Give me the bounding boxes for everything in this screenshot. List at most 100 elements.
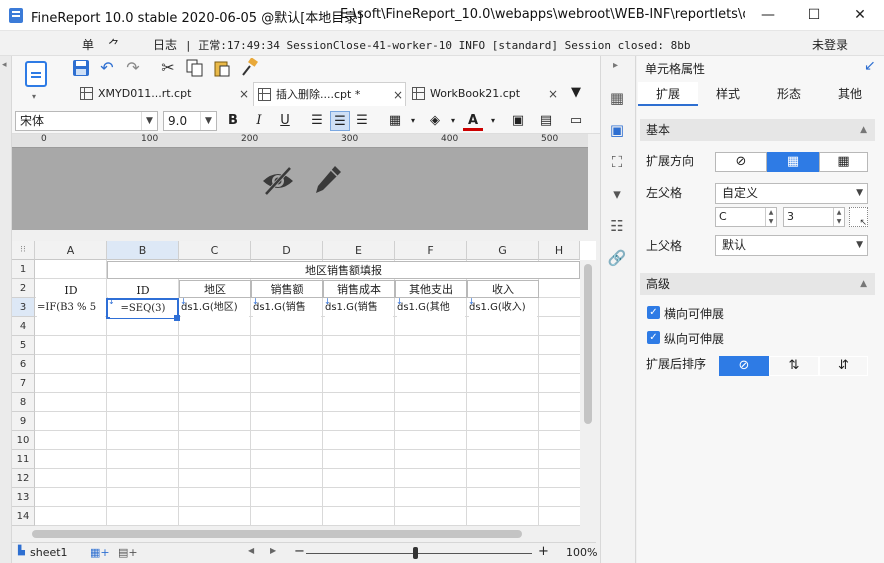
expand-none-button[interactable]: ⊘	[715, 152, 767, 172]
cell-d3[interactable]: ds1.G(销售	[253, 299, 321, 317]
align-right-icon[interactable]: ☰	[352, 111, 372, 131]
cell-c3[interactable]: ds1.G(地区)	[181, 299, 249, 317]
widget-icon[interactable]: ▾	[607, 184, 627, 204]
left-parent-column-input[interactable]: C ▲ ▼	[715, 207, 777, 227]
bold-button[interactable]: B	[223, 111, 243, 131]
border-icon[interactable]: ▦	[385, 111, 405, 131]
cell-d2[interactable]: 销售额	[251, 280, 323, 298]
row-header[interactable]: 12	[12, 469, 35, 488]
cell-f3[interactable]: ds1.G(其他	[397, 299, 465, 317]
undo-icon[interactable]: ↶	[97, 58, 117, 78]
row-header[interactable]: 7	[12, 374, 35, 393]
minimize-button[interactable]: —	[745, 0, 791, 31]
row-header[interactable]: 11	[12, 450, 35, 469]
cut-icon[interactable]: ✂	[158, 58, 178, 78]
h-expand-checkbox[interactable]: ✓	[647, 306, 660, 319]
column-header[interactable]: A	[35, 241, 107, 260]
more-format-icon[interactable]: ▭	[566, 111, 586, 131]
cell-e2[interactable]: 销售成本	[323, 280, 395, 298]
font-size-select[interactable]: 9.0 ▼	[163, 111, 217, 131]
close-tab-icon[interactable]: ×	[239, 82, 249, 106]
border-dropdown-icon[interactable]: ▾	[403, 111, 423, 131]
row-header[interactable]: 1	[12, 260, 35, 279]
font-color-button[interactable]: A	[463, 111, 483, 131]
cell-g3[interactable]: ds1.G(收入)	[469, 299, 537, 317]
hyperlink-icon[interactable]: 🔗	[607, 248, 627, 268]
select-all-corner[interactable]: ⁝⁝	[12, 241, 35, 260]
horizontal-scrollbar[interactable]	[12, 526, 596, 542]
sheet-tab[interactable]: sheet1	[30, 546, 68, 559]
up-parent-select[interactable]: 默认 ▼	[715, 235, 868, 256]
left-parent-row-input[interactable]: 3 ▲ ▼	[783, 207, 845, 227]
fill-color-icon[interactable]: ◈	[425, 111, 445, 131]
sort-none-button[interactable]: ⊘	[719, 356, 769, 376]
cell-e3[interactable]: ds1.G(销售	[325, 299, 393, 317]
collapse-panel-icon[interactable]: ▸	[613, 60, 618, 71]
cell-f2[interactable]: 其他支出	[395, 280, 467, 298]
menu-item-2[interactable]: ⺈	[108, 36, 120, 53]
edit-pencil-icon[interactable]	[313, 164, 343, 196]
section-basic[interactable]: 基本 ▲	[640, 119, 875, 141]
row-header[interactable]: 9	[12, 412, 35, 431]
close-tab-icon[interactable]: ×	[548, 82, 558, 106]
row-header[interactable]: 13	[12, 488, 35, 507]
hide-eye-icon[interactable]	[260, 165, 296, 197]
condition-attribute-icon[interactable]: ☷	[607, 216, 627, 236]
expand-vertical-button[interactable]: ▦	[767, 152, 819, 172]
template-dropdown-icon[interactable]: ▾	[32, 92, 36, 101]
zoom-slider-handle[interactable]	[413, 547, 418, 559]
tab-workbook21[interactable]: WorkBook21.cpt ×	[408, 82, 560, 106]
menu-item-1[interactable]: 单	[82, 36, 94, 53]
row-header[interactable]: 4	[12, 317, 35, 336]
section-advanced[interactable]: 高级 ▲	[640, 273, 875, 295]
row-header[interactable]: 8	[12, 393, 35, 412]
row-header[interactable]: 3	[12, 298, 35, 317]
sort-ascending-button[interactable]: ⇅	[769, 356, 819, 376]
underline-button[interactable]: U	[275, 111, 295, 131]
cell-g2[interactable]: 收入	[467, 280, 539, 298]
scroll-right-icon[interactable]: ▶	[270, 546, 276, 555]
scroll-left-icon[interactable]: ◀	[248, 546, 254, 555]
zoom-in-button[interactable]: +	[538, 544, 549, 559]
template-icon[interactable]	[25, 61, 47, 87]
merge-cells-icon[interactable]: ▣	[508, 111, 528, 131]
spinner-icon[interactable]: ▲ ▼	[765, 208, 776, 226]
font-family-select[interactable]: 宋体 ▼	[15, 111, 158, 131]
tab-insert-delete[interactable]: 插入删除....cpt * ×	[253, 82, 406, 106]
close-button[interactable]: ✕	[837, 0, 883, 31]
sort-descending-button[interactable]: ⇵	[819, 356, 868, 376]
split-cells-icon[interactable]: ▤	[536, 111, 556, 131]
tab-list-icon[interactable]: ▼	[571, 85, 581, 100]
login-link[interactable]: 未登录	[812, 36, 848, 53]
column-header[interactable]: C	[179, 241, 251, 260]
cell-b3[interactable]: =SEQ(3)	[110, 300, 176, 318]
row-header[interactable]: 14	[12, 507, 35, 526]
scroll-thumb[interactable]	[32, 530, 522, 538]
tab-xmyd[interactable]: XMYD011...rt.cpt ×	[76, 82, 251, 106]
paste-icon[interactable]	[213, 59, 231, 77]
element-icon[interactable]: ⛶	[607, 152, 627, 172]
row-header[interactable]: 2	[12, 279, 35, 298]
copy-icon[interactable]	[186, 59, 204, 77]
collapse-arrow-icon[interactable]: ◂	[2, 60, 7, 70]
add-report-sheet-icon[interactable]: ▦+	[90, 546, 110, 559]
cell-picker-icon[interactable]: ↖	[849, 207, 868, 228]
format-painter-icon[interactable]	[240, 58, 260, 78]
row-header[interactable]: 5	[12, 336, 35, 355]
column-header[interactable]: G	[467, 241, 539, 260]
scroll-thumb[interactable]	[584, 264, 592, 424]
fill-handle[interactable]	[174, 315, 180, 321]
redo-icon[interactable]: ↷	[123, 58, 143, 78]
cell-c2[interactable]: 地区	[179, 280, 251, 298]
pin-arrow-icon[interactable]: ↙	[864, 58, 876, 74]
zoom-out-button[interactable]: −	[294, 544, 305, 559]
tab-other[interactable]: 其他	[820, 82, 880, 106]
expand-horizontal-button[interactable]: ▦	[819, 152, 868, 172]
column-header[interactable]: D	[251, 241, 323, 260]
left-parent-select[interactable]: 自定义 ▼	[715, 183, 868, 204]
tab-expand[interactable]: 扩展	[638, 82, 698, 106]
tab-style[interactable]: 样式	[698, 82, 758, 106]
italic-button[interactable]: I	[249, 111, 269, 131]
fill-dropdown-icon[interactable]: ▾	[443, 111, 463, 131]
align-center-icon[interactable]: ☰	[330, 111, 350, 131]
